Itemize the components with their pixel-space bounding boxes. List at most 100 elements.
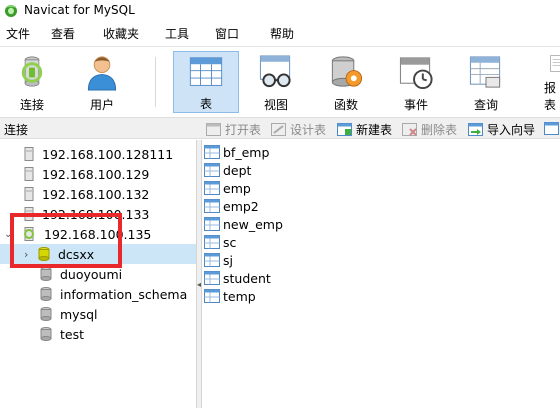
report-icon [550,55,560,72]
table-list-item[interactable]: student [204,269,271,287]
tree-connection-label: 192.168.100.128111 [42,146,174,162]
connection-tree[interactable]: 192.168.100.128111 192.168.100.129 192.1… [0,140,196,408]
open-table-label: 打开表 [225,123,262,137]
navicat-logo-icon [5,4,17,17]
menu-file[interactable]: 文件 [6,25,30,42]
tree-database-item[interactable]: mysql [0,304,196,324]
tree-connection-item-expanded[interactable]: ⌄ 192.168.100.135 [0,224,196,244]
table-name: sj [223,252,233,268]
database-icon [40,267,52,281]
tree-database-label: information_schema [60,286,188,302]
toolbar-connection-label: 连接 [19,98,44,112]
tree-connection-item[interactable]: 192.168.100.132 [0,184,196,204]
connection-pane-header: 连接 [4,123,29,137]
title-bar: Navicat for MySQL [0,0,560,19]
toolbar-query-button[interactable]: 查询 [454,51,518,113]
menu-favorites[interactable]: 收藏夹 [103,25,139,42]
event-clock-icon [399,57,433,90]
server-icon [24,187,34,201]
toolbar-table-label: 表 [199,97,212,111]
import-wizard-label: 导入向导 [487,123,536,137]
toolbar-function-label: 函数 [333,98,358,112]
toolbar-view-button[interactable]: 视图 [244,51,308,113]
table-list-item[interactable]: sj [204,251,233,269]
database-open-icon [38,247,50,261]
delete-table-button[interactable]: 删除表 [402,121,457,138]
main-toolbar: 连接 用户 表 视图 函数 事件 查询 报表 [0,46,560,116]
tree-database-item[interactable]: test [0,324,196,344]
tree-connection-item[interactable]: 192.168.100.133 [0,204,196,224]
design-table-label: 设计表 [290,123,327,137]
table-icon [204,271,220,285]
table-list-item[interactable]: sc [204,233,236,251]
new-table-label: 新建表 [356,123,393,137]
table-name: student [223,270,271,286]
toolbar-event-button[interactable]: 事件 [384,51,448,113]
table-name: sc [223,234,237,250]
table-list-item[interactable]: emp2 [204,197,259,215]
table-icon [189,57,223,86]
import-wizard-icon [468,123,483,136]
design-table-icon [271,123,286,136]
table-list-item[interactable]: new_emp [204,215,283,233]
tree-connection-label: 192.168.100.129 [42,166,150,182]
toolbar-event-label: 事件 [403,98,428,112]
function-gear-icon [331,56,363,87]
table-list-item[interactable]: dept [204,161,251,179]
toolbar-table-button[interactable]: 表 [173,51,239,113]
tree-connection-item[interactable]: 192.168.100.129 [0,164,196,184]
toolbar-query-label: 查询 [473,98,498,112]
table-icon [204,289,220,303]
tree-database-item[interactable]: information_schema [0,284,196,304]
server-icon [24,167,34,181]
table-name: emp2 [223,198,259,214]
tree-connection-label: 192.168.100.132 [42,186,150,202]
table-list-item[interactable]: temp [204,287,256,305]
table-name: emp [223,180,251,196]
table-icon [204,163,220,177]
design-table-button[interactable]: 设计表 [271,121,326,138]
toolbar-separator [155,57,156,107]
open-table-button[interactable]: 打开表 [206,121,261,138]
menu-tools[interactable]: 工具 [165,25,189,42]
menu-view[interactable]: 查看 [51,25,75,42]
tree-database-label: test [60,326,85,342]
delete-table-label: 删除表 [421,123,458,137]
toolbar-report-button[interactable]: 报表 [522,51,560,113]
object-toolbar: 连接 打开表 设计表 新建表 删除表 导入向导 [0,117,560,139]
tree-database-label: dcsxx [58,246,95,262]
export-wizard-icon[interactable] [544,122,559,135]
server-icon [24,147,34,161]
table-icon [204,217,220,231]
table-icon [204,253,220,267]
tree-database-label: mysql [60,306,98,322]
tree-database-item[interactable]: duoyoumi [0,264,196,284]
toolbar-function-button[interactable]: 函数 [314,51,378,113]
toolbar-view-label: 视图 [263,98,288,112]
new-table-button[interactable]: 新建表 [337,121,392,138]
toolbar-connection-button[interactable]: 连接 [0,51,64,113]
tree-connection-label: 192.168.100.135 [44,226,152,242]
table-list-item[interactable]: emp [204,179,251,197]
tree-database-label: duoyoumi [60,266,123,282]
table-list-item[interactable]: bf_emp [204,143,269,161]
database-icon [40,287,52,301]
expand-chevron-icon[interactable]: › [24,248,38,261]
query-table-icon [469,56,501,88]
tree-connection-item[interactable]: 192.168.100.128111 [0,144,196,164]
connected-server-icon [24,227,34,241]
table-name: bf_emp [223,144,270,160]
import-wizard-button[interactable]: 导入向导 [468,121,535,138]
collapse-arrow-icon[interactable]: ◂ [197,280,201,289]
window-title: Navicat for MySQL [24,2,135,17]
database-icon [40,307,52,321]
table-icon [204,181,220,195]
tree-database-item-selected[interactable]: › dcsxx [0,244,196,264]
table-list[interactable]: bf_emp dept emp emp2 new_emp sc sj stude… [202,140,560,408]
menu-help[interactable]: 帮助 [270,25,294,42]
menu-window[interactable]: 窗口 [215,25,239,42]
collapse-chevron-icon[interactable]: ⌄ [4,229,16,240]
view-glasses-icon [259,55,291,88]
table-name: dept [223,162,252,178]
toolbar-user-button[interactable]: 用户 [70,51,134,113]
